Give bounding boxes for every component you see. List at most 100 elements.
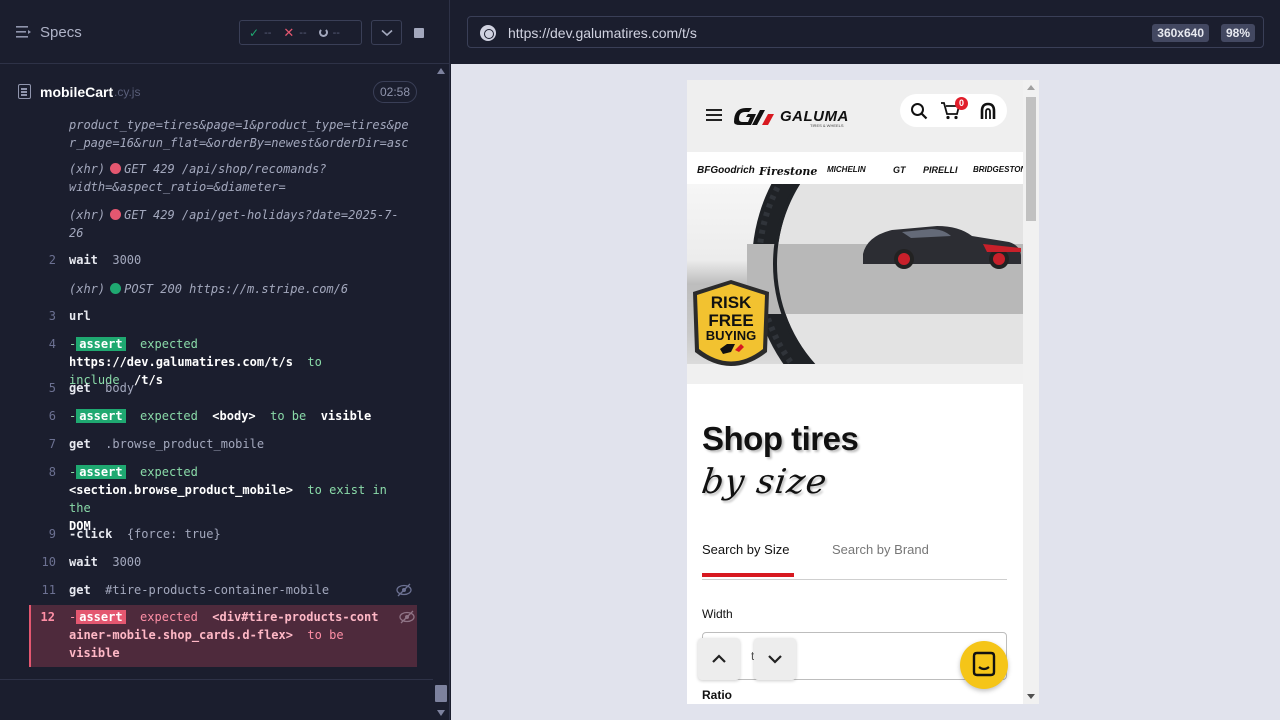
failed-count: -- [299, 26, 307, 39]
command-name: wait [69, 253, 98, 267]
command-log: product_type=tires&page=1&product_type=t… [30, 112, 418, 668]
viewport-badge[interactable]: 360x640 [1152, 24, 1209, 42]
hero-floor [687, 364, 1023, 384]
specs-list-icon[interactable] [16, 25, 32, 39]
assert-expected: expected [140, 610, 198, 624]
eye-slash-icon[interactable] [399, 609, 415, 625]
passed-count: -- [264, 26, 272, 39]
car-wheel-rim [898, 253, 910, 265]
reporter-scrollbar[interactable] [433, 64, 449, 720]
scroll-up-icon[interactable] [437, 68, 445, 74]
command-name: -click [69, 527, 113, 541]
spinner-icon [318, 28, 328, 37]
brand-logo[interactable]: MICHELIN [827, 165, 866, 174]
xhr-entry: (xhr) GET 429 /api/shop/recomands?width=&… [69, 160, 411, 196]
command-arg: 3000 [112, 555, 142, 569]
xhr-label: (xhr) [69, 162, 106, 176]
tab-search-by-size[interactable]: Search by Size [702, 542, 789, 557]
command-name: get [69, 437, 91, 451]
scroll-up-button[interactable] [698, 638, 740, 680]
url-bar[interactable]: https://dev.galumatires.com/t/s 360x640 … [467, 16, 1264, 48]
spec-name: mobileCart [40, 84, 114, 100]
hamburger-icon[interactable] [706, 109, 722, 121]
tab-search-by-brand[interactable]: Search by Brand [832, 542, 929, 557]
command-name: get [69, 381, 91, 395]
cart-count-badge: 0 [955, 97, 968, 110]
site-header: GALUMA TIRES & WHEELS 0 [687, 80, 1023, 152]
scroll-down-icon[interactable] [437, 710, 445, 716]
xhr-url: product_type=tires&page=1&product_type=t… [69, 118, 409, 150]
failed-log-entry[interactable]: 12 - assert expected <div#tire-products-c… [29, 605, 417, 667]
logo-tagline: TIRES & WHEELS [810, 123, 844, 128]
url-text[interactable]: https://dev.galumatires.com/t/s [508, 25, 697, 41]
command-arg: body [105, 381, 135, 395]
step-number: 4 [48, 337, 56, 351]
divider [0, 679, 433, 680]
assert-target: visible [320, 409, 372, 423]
brand-logo[interactable]: PIRELLI [923, 165, 958, 175]
risk-free-badge: RISK FREE BUYING [693, 280, 769, 366]
aut-header: https://dev.galumatires.com/t/s 360x640 … [451, 0, 1280, 64]
assert-expected: expected [140, 409, 198, 423]
options-dropdown-button[interactable] [371, 20, 402, 45]
scrollbar-thumb[interactable] [435, 685, 447, 702]
xhr-label: (xhr) [69, 208, 106, 222]
step-number: 5 [48, 381, 56, 395]
chevron-up-icon [712, 654, 726, 663]
scroll-up-icon[interactable] [1027, 85, 1035, 90]
assert-value: <body> [212, 409, 256, 423]
dash: - [69, 409, 77, 423]
scrollbar-thumb[interactable] [1026, 97, 1036, 221]
scroll-down-icon[interactable] [1027, 694, 1035, 699]
step-number: 11 [41, 583, 56, 597]
command-log-panel: Specs ✓ -- ✕ -- -- mobileCart .cy.js 02: [0, 0, 450, 720]
stop-button[interactable] [406, 20, 432, 45]
xhr-request: POST 200 https://m.stripe.com/6 [124, 282, 349, 296]
test-stats: ✓ -- ✕ -- -- [239, 20, 362, 45]
hero-illustration: RISK FREE BUYING [687, 184, 1023, 384]
brand-strip: BFGoodrich Firestone MICHELIN GT PIRELLI… [687, 152, 1032, 188]
mobile-viewport: GALUMA TIRES & WHEELS 0 BFGoodrich Fires… [687, 80, 1039, 704]
assert-expected: expected [140, 337, 198, 351]
user-icon[interactable] [979, 102, 997, 120]
chat-button[interactable] [960, 641, 1008, 689]
pending-count: -- [332, 26, 340, 39]
step-number: 3 [48, 309, 56, 323]
search-icon[interactable] [910, 102, 928, 120]
step-number: 8 [48, 465, 56, 479]
spec-duration: 02:58 [372, 81, 417, 103]
xhr-request: GET 429 /api/shop/recomands?width=&aspec… [69, 162, 327, 194]
step-number: 9 [48, 527, 56, 541]
xhr-entry: (xhr) GET 429 /api/get-holidays?date=2025… [69, 206, 411, 242]
page-subtitle: by size [699, 462, 830, 502]
eye-slash-icon[interactable] [396, 582, 412, 598]
command-name: wait [69, 555, 98, 569]
assert-badge: assert [76, 465, 126, 479]
spec-extension: .cy.js [114, 85, 141, 99]
assert-value: https://dev.galumatires.com/t/s [69, 355, 293, 369]
status-dot [110, 283, 122, 294]
width-label: Width [702, 607, 733, 621]
step-number: 12 [40, 610, 55, 624]
zoom-badge[interactable]: 98% [1220, 24, 1255, 42]
status-dot [110, 163, 122, 174]
dash: - [69, 610, 77, 624]
command-arg: 3000 [112, 253, 142, 267]
specs-label[interactable]: Specs [40, 24, 82, 41]
xhr-entry: (xhr) POST 200 https://m.stripe.com/6 [69, 280, 411, 298]
brand-logo[interactable]: Firestone [759, 165, 817, 178]
brand-logo[interactable]: GT [893, 165, 906, 175]
hero-banner: RISK FREE BUYING [687, 184, 1023, 384]
dash: - [69, 465, 77, 479]
passed-stat: ✓ -- [249, 26, 271, 40]
brand-logo[interactable]: BFGoodrich [697, 165, 755, 176]
active-tab-indicator [702, 573, 794, 577]
scroll-down-button[interactable] [754, 638, 796, 680]
command-name: get [69, 583, 91, 597]
galuma-logo[interactable]: GALUMA TIRES & WHEELS [732, 102, 872, 128]
page-scrollbar[interactable] [1023, 80, 1039, 704]
pending-stat: -- [318, 26, 340, 39]
check-icon: ✓ [249, 25, 260, 40]
stop-icon [414, 27, 424, 38]
step-number: 6 [48, 409, 56, 423]
